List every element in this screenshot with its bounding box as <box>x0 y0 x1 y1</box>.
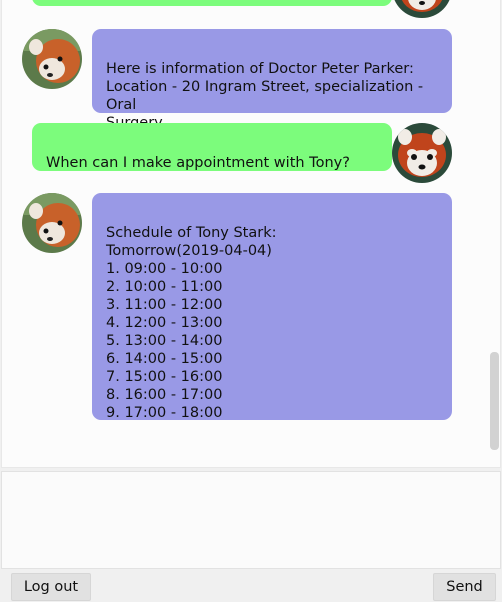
bot-message-bubble: Schedule of Tony Stark: Tomorrow(2019-04… <box>92 193 452 421</box>
user-message-bubble: When can I make appointment with Tony? <box>32 123 392 171</box>
logout-button[interactable]: Log out <box>11 573 91 601</box>
chat-history[interactable]: Here is information of Doctor Peter Park… <box>1 0 501 468</box>
send-button[interactable]: Send <box>433 573 496 601</box>
bot-avatar-icon <box>22 29 82 89</box>
chat-window: Here is information of Doctor Peter Park… <box>0 0 502 602</box>
message-input[interactable] <box>1 471 501 569</box>
bot-message-bubble: Here is information of Doctor Peter Park… <box>92 29 452 131</box>
chat-scrollbar-thumb[interactable] <box>490 352 499 450</box>
bot-avatar-icon <box>22 193 82 253</box>
user-avatar-icon <box>392 123 452 183</box>
user-avatar-icon <box>392 0 452 18</box>
user-message-bubble <box>32 0 392 6</box>
